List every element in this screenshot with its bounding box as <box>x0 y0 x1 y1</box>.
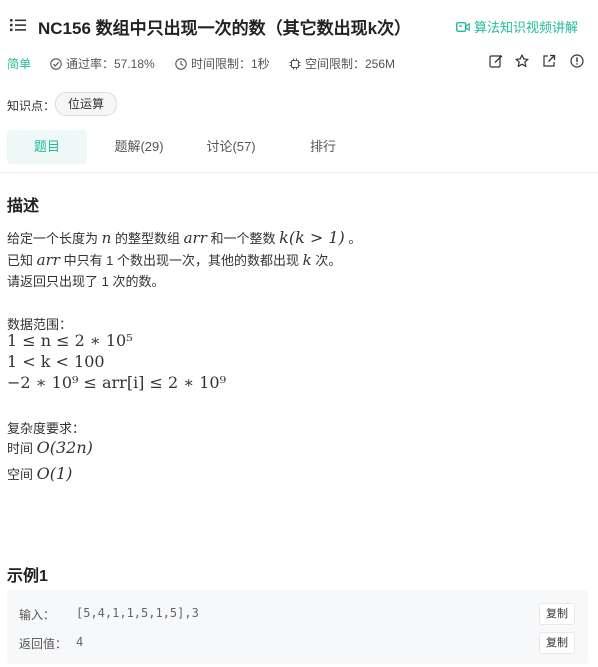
chip-icon <box>289 58 301 70</box>
description-line-1: 给定一个长度为 n 的整型数组 arr 和一个整数 k(k > 1) 。 <box>7 228 362 247</box>
copy-input-button[interactable]: 复制 <box>539 603 575 625</box>
knowledge-label: 知识点： <box>7 99 56 113</box>
clock-icon <box>175 57 187 70</box>
tab-ranking[interactable]: 排行 <box>284 130 362 164</box>
space-limit: 空间限制：256M <box>289 55 395 72</box>
tab-solutions[interactable]: 题解(29) <box>100 130 178 164</box>
difficulty-badge: 简单 <box>7 57 32 71</box>
example-output-label: 返回值： <box>19 637 68 651</box>
complexity-label: 复杂度要求： <box>7 421 86 436</box>
pass-rate: 通过率：57.18% <box>50 55 155 72</box>
share-icon[interactable] <box>542 54 556 68</box>
pass-rate-text: 通过率：57.18% <box>66 57 155 71</box>
example-box: 输入： [5,4,1,1,5,1,5],3 复制 返回值： 4 复制 <box>7 590 588 664</box>
video-lecture-link[interactable]: 算法知识视频讲解 <box>456 17 578 36</box>
video-icon <box>456 21 470 33</box>
knowledge-tag[interactable]: 位运算 <box>55 92 118 116</box>
space-limit-text: 空间限制：256M <box>305 57 396 71</box>
time-limit-text: 时间限制：1秒 <box>191 57 270 71</box>
copy-output-button[interactable]: 复制 <box>539 632 575 654</box>
star-icon[interactable] <box>515 54 529 68</box>
report-icon[interactable] <box>570 54 584 68</box>
example-input-value: [5,4,1,1,5,1,5],3 <box>76 606 199 620</box>
edit-icon[interactable] <box>489 54 503 68</box>
time-limit: 时间限制：1秒 <box>175 55 270 72</box>
description-line-3: 请返回只出现了 1 次的数。 <box>7 274 165 289</box>
example-output-value: 4 <box>76 635 84 649</box>
menu-icon[interactable] <box>10 18 26 32</box>
space-complexity: 空间 O(1) <box>7 464 73 483</box>
range-line-2: 1 < k < 100 <box>7 352 105 371</box>
range-line-1: 1 ≤ n ≤ 2 ∗ 10⁵ <box>7 331 133 350</box>
example-title: 示例1 <box>7 568 48 585</box>
tab-problem[interactable]: 题目 <box>7 130 87 164</box>
tab-discussion[interactable]: 讨论(57) <box>192 130 270 164</box>
description-line-2: 已知 arr 中只有 1 个数出现一次，其他的数都出现 k 次。 <box>7 251 342 269</box>
example-input-label: 输入： <box>19 608 56 622</box>
range-line-3: −2 ∗ 10⁹ ≤ arr[i] ≤ 2 ∗ 10⁹ <box>7 373 226 392</box>
check-circle-icon <box>50 57 62 70</box>
time-complexity: 时间 O(32n) <box>7 438 93 457</box>
tabs-divider <box>0 172 598 173</box>
description-title: 描述 <box>7 198 40 215</box>
problem-title: NC156 数组中只出现一次的数（其它数出现k次） <box>38 19 412 38</box>
video-lecture-label: 算法知识视频讲解 <box>474 20 579 35</box>
